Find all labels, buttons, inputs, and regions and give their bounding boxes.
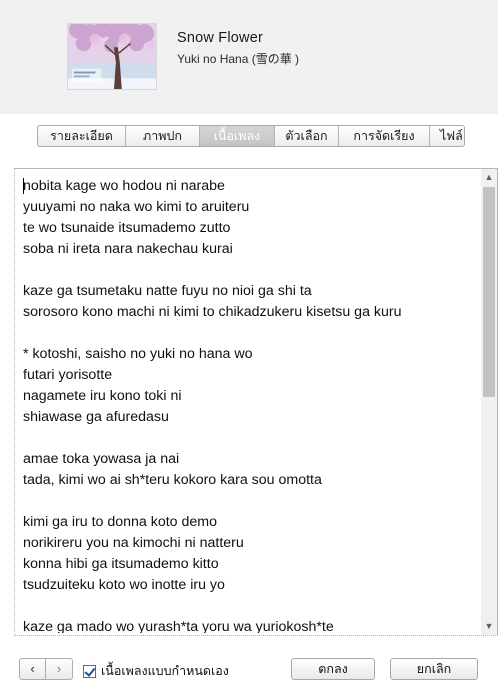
tab-bar: รายละเอียด ภาพปก เนื้อเพลง ตัวเลือก การจ… xyxy=(37,125,465,147)
tab-lyrics[interactable]: เนื้อเพลง xyxy=(200,126,275,146)
tab-artwork[interactable]: ภาพปก xyxy=(126,126,200,146)
tab-sorting[interactable]: การจัดเรียง xyxy=(339,126,430,146)
album-artwork xyxy=(67,23,157,90)
scroll-down-icon[interactable]: ▼ xyxy=(481,618,497,635)
scroll-thumb[interactable] xyxy=(483,187,495,397)
cancel-button[interactable]: ยกเลิก xyxy=(390,658,478,680)
tab-details[interactable]: รายละเอียด xyxy=(38,126,126,146)
scroll-up-icon[interactable]: ▲ xyxy=(481,169,497,186)
text-caret xyxy=(23,178,24,194)
lyrics-scrollbar[interactable]: ▲ ▼ xyxy=(481,169,497,635)
tab-file[interactable]: ไฟล์ xyxy=(430,126,464,146)
lyrics-editor[interactable]: nobita kage wo hodou ni narabe yuuyami n… xyxy=(14,168,498,636)
cherry-tree-image xyxy=(68,24,156,89)
custom-lyrics-checkbox[interactable] xyxy=(83,664,96,678)
song-title: Snow Flower xyxy=(177,30,264,46)
lyrics-text[interactable]: nobita kage wo hodou ni narabe yuuyami n… xyxy=(23,176,479,633)
custom-lyrics-option[interactable]: เนื้อเพลงแบบกำหนดเอง xyxy=(83,661,229,681)
tab-options[interactable]: ตัวเลือก xyxy=(275,126,339,146)
footer-bar: ‹ › เนื้อเพลงแบบกำหนดเอง ตกลง ยกเลิก xyxy=(0,650,498,700)
track-navigation: ‹ › xyxy=(19,658,73,680)
header: Snow Flower Yuki no Hana (雪の華 ) xyxy=(0,0,498,114)
chevron-right-icon[interactable]: › xyxy=(46,659,72,679)
chevron-left-icon[interactable]: ‹ xyxy=(20,659,46,679)
song-subtitle: Yuki no Hana (雪の華 ) xyxy=(177,52,300,66)
custom-lyrics-label: เนื้อเพลงแบบกำหนดเอง xyxy=(101,664,229,678)
ok-button[interactable]: ตกลง xyxy=(291,658,375,680)
